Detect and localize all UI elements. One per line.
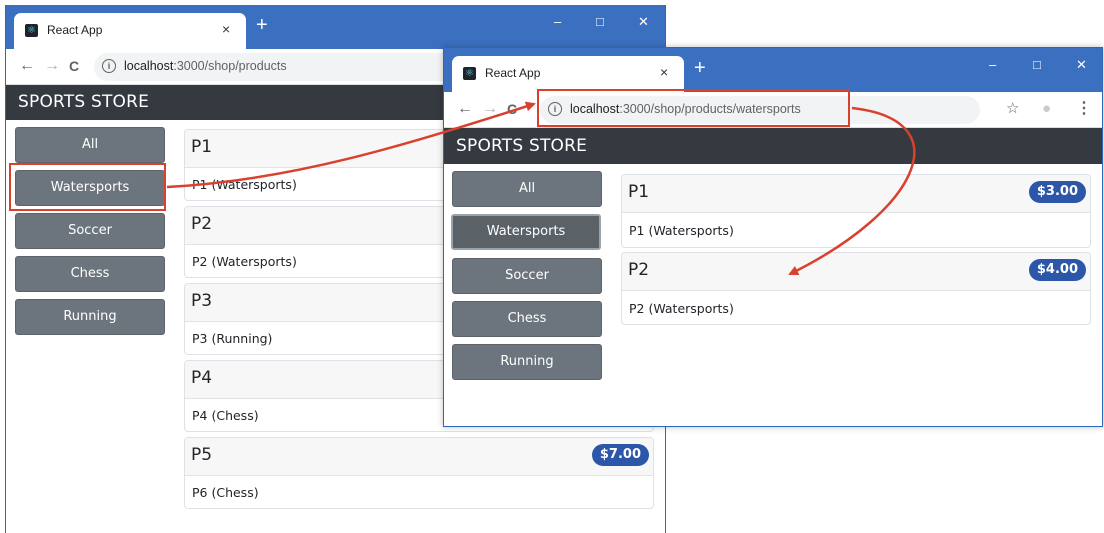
- product-description: P3 (Running): [192, 331, 273, 346]
- price-badge: $3.00: [1028, 181, 1086, 203]
- browser-tab[interactable]: ⚛ React App ×: [452, 56, 684, 92]
- product-description: P1 (Watersports): [192, 177, 297, 192]
- category-button-running[interactable]: Running: [452, 344, 602, 380]
- new-tab-icon[interactable]: +: [694, 58, 706, 78]
- new-tab-icon[interactable]: +: [256, 15, 268, 35]
- category-button-all[interactable]: All: [15, 127, 165, 163]
- product-description: P4 (Chess): [192, 408, 259, 423]
- product-name: P1: [628, 182, 650, 202]
- info-icon[interactable]: i: [102, 59, 116, 73]
- maximize-icon[interactable]: □: [596, 15, 604, 29]
- category-button-chess[interactable]: Chess: [452, 301, 602, 337]
- price-badge: $4.00: [1028, 259, 1086, 281]
- back-arrow-icon[interactable]: ←: [19, 57, 35, 75]
- title-bar: ⚛ React App × + – □ ✕: [444, 48, 1102, 92]
- category-button-soccer[interactable]: Soccer: [15, 213, 165, 249]
- product-name: P3: [191, 291, 213, 311]
- product-name: P4: [191, 368, 213, 388]
- category-button-chess[interactable]: Chess: [15, 256, 165, 292]
- highlight-watersports-button: [9, 163, 166, 211]
- tab-title: React App: [485, 66, 541, 80]
- product-card-header: P1 $3.00: [622, 175, 1090, 213]
- maximize-icon[interactable]: □: [1033, 58, 1041, 72]
- reload-icon[interactable]: C: [507, 100, 517, 118]
- product-card: P2 $4.00 P2 (Watersports): [621, 252, 1091, 325]
- product-name: P2: [628, 260, 650, 280]
- category-button-running[interactable]: Running: [15, 299, 165, 335]
- product-name: P5: [191, 445, 213, 465]
- highlight-url: [537, 89, 850, 127]
- store-navbar: SPORTS STORE: [444, 128, 1102, 164]
- browser-tab[interactable]: ⚛ React App ×: [14, 13, 246, 49]
- bookmark-star-icon[interactable]: ☆: [1006, 100, 1019, 118]
- close-window-icon[interactable]: ✕: [1076, 58, 1087, 72]
- back-arrow-icon[interactable]: ←: [457, 100, 473, 118]
- menu-icon[interactable]: ⋮: [1076, 100, 1092, 118]
- product-description: P2 (Watersports): [629, 301, 734, 316]
- category-button-soccer[interactable]: Soccer: [452, 258, 602, 294]
- product-description: P6 (Chess): [192, 485, 259, 500]
- tab-title: React App: [47, 23, 103, 37]
- close-window-icon[interactable]: ✕: [638, 15, 649, 29]
- product-name: P2: [191, 214, 213, 234]
- reload-icon[interactable]: C: [69, 57, 79, 75]
- product-card-header: P5 $7.00: [185, 438, 653, 476]
- minimize-icon[interactable]: –: [554, 15, 561, 29]
- product-name: P1: [191, 137, 213, 157]
- category-button-all[interactable]: All: [452, 171, 602, 207]
- category-button-watersports[interactable]: Watersports: [451, 214, 601, 250]
- tab-close-icon[interactable]: ×: [222, 21, 230, 37]
- price-badge: $7.00: [591, 444, 649, 466]
- title-bar: ⚛ React App × + – □ ✕: [6, 5, 665, 49]
- forward-arrow-icon[interactable]: →: [482, 100, 498, 118]
- minimize-icon[interactable]: –: [989, 58, 996, 72]
- tab-close-icon[interactable]: ×: [660, 64, 668, 80]
- profile-icon[interactable]: ●: [1042, 100, 1051, 118]
- react-favicon-icon: ⚛: [25, 24, 38, 37]
- product-card: P5 $7.00 P6 (Chess): [184, 437, 654, 509]
- product-description: P2 (Watersports): [192, 254, 297, 269]
- forward-arrow-icon[interactable]: →: [44, 57, 60, 75]
- product-description: P1 (Watersports): [629, 223, 734, 238]
- product-card-header: P2 $4.00: [622, 253, 1090, 291]
- url-text: localhost:3000/shop/products: [124, 59, 287, 73]
- product-card: P1 $3.00 P1 (Watersports): [621, 174, 1091, 248]
- store-brand: SPORTS STORE: [456, 136, 588, 156]
- react-favicon-icon: ⚛: [463, 67, 476, 80]
